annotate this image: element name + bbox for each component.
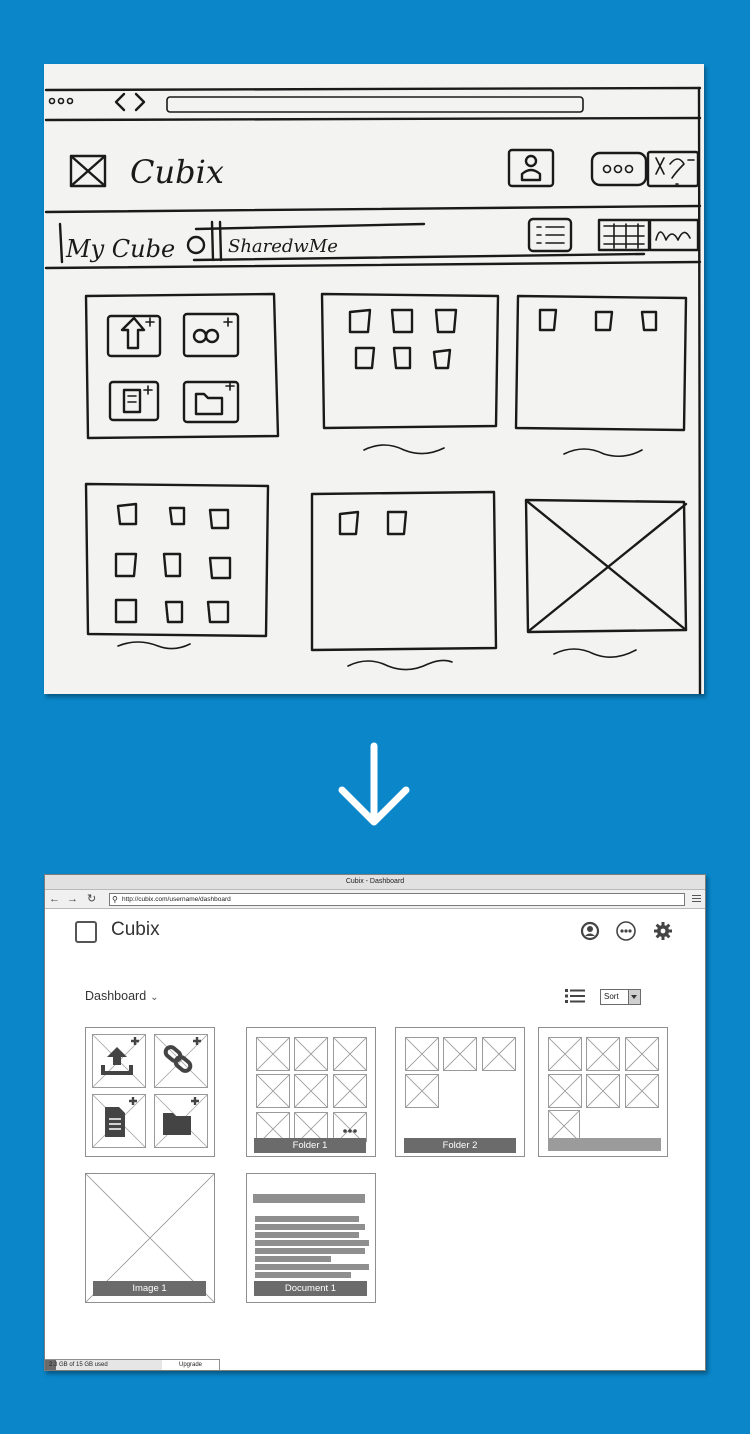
thumbnail-placeholder: [256, 1037, 290, 1071]
thumbnail-placeholder: [625, 1074, 659, 1108]
view-toolbar: Dashboard ⌄ Sort: [45, 985, 705, 1007]
storage-meter: 2.3 GB of 15 GB used: [45, 1359, 163, 1370]
browser-menu-icon[interactable]: [692, 893, 701, 903]
thumbnail-placeholder: [256, 1074, 290, 1108]
thumbnail-placeholder: [294, 1074, 328, 1108]
thumbnail-placeholder: [482, 1037, 516, 1071]
actions-tile: [85, 1027, 215, 1157]
back-arrow-icon[interactable]: ←: [49, 892, 60, 906]
folder-tile-3[interactable]: [538, 1027, 668, 1157]
down-arrow-icon: [338, 742, 410, 826]
image-tile-1[interactable]: Image 1: [85, 1173, 215, 1303]
document-tile-1[interactable]: Document 1: [246, 1173, 376, 1303]
thumbnail-placeholder: [294, 1037, 328, 1071]
add-link-action[interactable]: [154, 1034, 208, 1088]
folder-tile-1[interactable]: Folder 1: [246, 1027, 376, 1157]
upload-icon: [93, 1035, 145, 1087]
list-view-icon[interactable]: [565, 988, 585, 1004]
folder-tile-2[interactable]: Folder 2: [395, 1027, 525, 1157]
upgrade-button[interactable]: Upgrade: [162, 1359, 220, 1370]
url-text: http://cubix.com/username/dashboard: [122, 896, 231, 903]
add-document-icon: [93, 1095, 145, 1147]
thumbnail-placeholder: [548, 1037, 582, 1071]
forward-arrow-icon[interactable]: →: [67, 892, 78, 906]
app-header: Cubix: [45, 907, 705, 957]
upload-action[interactable]: [92, 1034, 146, 1088]
storage-text: 2.3 GB of 15 GB used: [49, 1362, 108, 1368]
sketch-tab-shared: SharedwMe: [228, 236, 338, 257]
folder-label-placeholder: [548, 1138, 661, 1151]
add-folder-icon: [155, 1095, 207, 1147]
view-select[interactable]: Dashboard ⌄: [85, 989, 159, 1003]
window-title: Cubix - Dashboard: [45, 875, 705, 890]
folder-1-label: Folder 1: [254, 1138, 366, 1153]
add-document-action[interactable]: [92, 1094, 146, 1148]
sort-label: Sort: [604, 992, 619, 1001]
logo-icon: [75, 921, 97, 943]
ellipsis-icon: [334, 1113, 366, 1141]
gear-icon[interactable]: [653, 921, 673, 941]
thumbnail-placeholder: [548, 1074, 582, 1108]
sketch-mockup: Cubix My Cube SharedwMe: [44, 64, 704, 694]
sketch-drawing: Cubix My Cube SharedwMe: [44, 86, 702, 694]
thumbnail-placeholder: [625, 1037, 659, 1071]
ellipsis-circle-icon[interactable]: [615, 921, 637, 941]
app-name: Cubix: [111, 919, 160, 940]
chevron-down-icon: ⌄: [150, 992, 159, 1003]
view-label: Dashboard: [85, 989, 147, 1003]
document-1-label: Document 1: [254, 1281, 367, 1296]
user-circle-icon[interactable]: [580, 921, 600, 941]
status-bar: 2.3 GB of 15 GB used Upgrade: [45, 1359, 220, 1370]
thumbnail-placeholder: [586, 1037, 620, 1071]
add-folder-action[interactable]: [154, 1094, 208, 1148]
refresh-icon[interactable]: ↻: [87, 892, 96, 906]
thumbnail-placeholder: [333, 1037, 367, 1071]
wireframe-window: Cubix - Dashboard ← → ↻ ⚲ http://cubix.c…: [44, 874, 706, 1371]
thumbnail-placeholder: [405, 1074, 439, 1108]
image-1-label: Image 1: [93, 1281, 206, 1296]
thumbnail-placeholder: [586, 1074, 620, 1108]
add-link-icon: [155, 1035, 207, 1087]
search-icon: ⚲: [112, 895, 118, 904]
thumbnail-placeholder: [333, 1074, 367, 1108]
sketch-tab-my-cube: My Cube: [65, 235, 175, 263]
dropdown-arrow-icon: [628, 990, 640, 1004]
thumbnail-placeholder: [443, 1037, 477, 1071]
folder-2-label: Folder 2: [404, 1138, 516, 1153]
thumbnail-placeholder: [405, 1037, 439, 1071]
url-field[interactable]: ⚲ http://cubix.com/username/dashboard: [109, 893, 685, 906]
sort-dropdown[interactable]: Sort: [600, 989, 641, 1005]
sketch-logo-text: Cubix: [130, 153, 224, 191]
